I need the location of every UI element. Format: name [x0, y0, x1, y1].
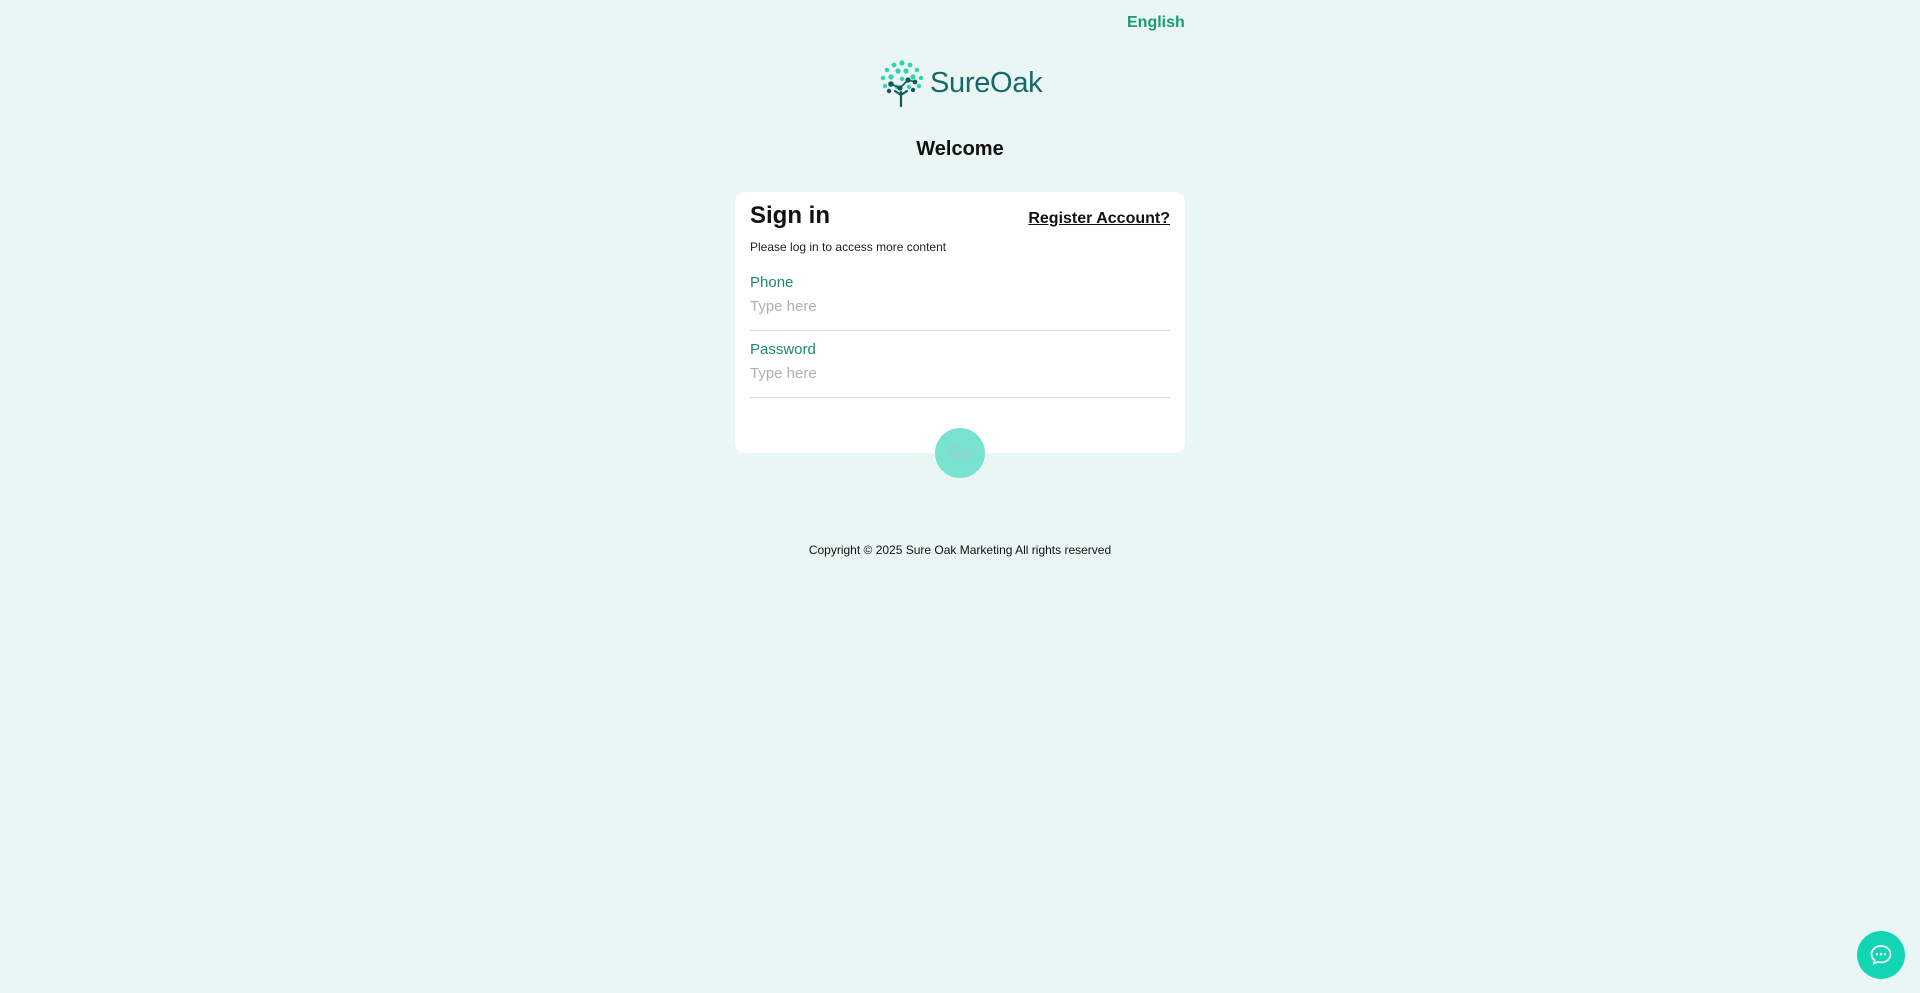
welcome-heading: Welcome: [916, 138, 1004, 160]
language-selector[interactable]: English: [1127, 14, 1185, 32]
signin-card: Sign in Register Account? Please log in …: [735, 192, 1185, 453]
signin-title: Sign in: [750, 202, 830, 229]
copyright-text: Copyright © 2025 Sure Oak Marketing All …: [808, 543, 1112, 557]
brand-logo: SureOak: [878, 58, 1043, 108]
brand-name: SureOak: [930, 66, 1043, 99]
chat-bubble-icon: [1870, 945, 1892, 965]
password-field: Password: [750, 341, 1170, 398]
phone-field: Phone: [750, 274, 1170, 331]
register-link[interactable]: Register Account?: [1028, 210, 1170, 228]
phone-label: Phone: [750, 274, 794, 291]
password-label: Password: [750, 341, 816, 358]
password-input[interactable]: [750, 362, 1170, 382]
signin-subtitle: Please log in to access more content: [750, 240, 947, 254]
signin-header: Sign in Register Account?: [750, 202, 1170, 230]
chat-button[interactable]: [1857, 931, 1905, 979]
tree-logo-icon: [880, 60, 924, 107]
phone-input[interactable]: [750, 295, 1170, 315]
go-button[interactable]: Go: [935, 428, 985, 478]
